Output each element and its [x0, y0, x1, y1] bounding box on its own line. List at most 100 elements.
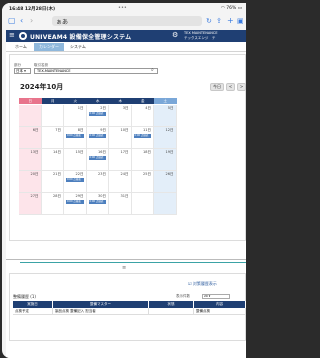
share-icon[interactable]: ⇪: [216, 16, 222, 26]
calendar-day-cell[interactable]: 7日: [41, 127, 64, 149]
calendar-day-cell[interactable]: 20日: [19, 171, 42, 193]
calendar-event[interactable]: 0:00 点検表: [88, 134, 106, 138]
calendar-day-cell[interactable]: 10日: [109, 127, 132, 149]
user-company[interactable]: TEX MAINTENANCE: [184, 31, 218, 35]
calendar-day-cell[interactable]: [19, 105, 42, 127]
tab-calendar[interactable]: カレンダー: [34, 43, 64, 51]
calendar-day-cell[interactable]: 19日: [154, 149, 177, 171]
calendar-day-cell[interactable]: 3日: [109, 105, 132, 127]
column-header-status[interactable]: 状態: [149, 301, 194, 308]
tab-system[interactable]: システム: [67, 43, 89, 51]
day-number: 25日: [143, 172, 151, 176]
weekday-label: 月: [41, 98, 64, 104]
month-title: 2024年10月: [20, 83, 64, 91]
calendar-day-cell[interactable]: 25日: [131, 171, 154, 193]
day-number: 23日: [98, 172, 106, 176]
column-header-date[interactable]: 実施日: [13, 301, 53, 308]
add-tab-icon[interactable]: +: [227, 16, 234, 26]
calendar-day-cell[interactable]: 30日 0:00 点検表: [86, 193, 109, 215]
today-button[interactable]: 今日: [210, 83, 224, 91]
weekday-label: 日: [19, 98, 42, 104]
table-cell[interactable]: [149, 308, 194, 315]
column-header-master[interactable]: 整備マスター: [53, 301, 149, 308]
calendar-day-cell[interactable]: 18日: [131, 149, 154, 171]
day-number: 18日: [143, 150, 151, 154]
column-header-content[interactable]: 内容: [194, 301, 246, 308]
calendar-day-cell[interactable]: 23日: [86, 171, 109, 193]
calendar-day-cell[interactable]: 14日: [41, 149, 64, 171]
calendar-event[interactable]: 0:00 点検表: [88, 156, 106, 160]
calendar-event[interactable]: 0:00 点検表: [66, 134, 84, 138]
calendar-day-cell[interactable]: 15日: [64, 149, 87, 171]
calendar-event[interactable]: 0:00 点検表: [66, 200, 84, 204]
menu-icon[interactable]: ≡: [9, 31, 15, 39]
tabs-icon[interactable]: ▣: [237, 16, 244, 26]
tab-home[interactable]: ホーム: [11, 43, 31, 51]
calendar-day-cell[interactable]: 12日: [154, 127, 177, 149]
weekday-label: 水: [86, 98, 109, 104]
reload-icon[interactable]: ↻: [206, 16, 212, 26]
table-cell[interactable]: 整備点検: [194, 308, 246, 315]
calendar-event[interactable]: 0:00 点検表: [88, 200, 106, 204]
user-name[interactable]: テックスエンジ テ: [184, 36, 215, 41]
day-number: 24日: [120, 172, 129, 176]
calendar-event[interactable]: 0:00 点検表: [88, 112, 106, 116]
day-number: 20日: [30, 172, 39, 176]
day-number: 29日: [75, 194, 84, 198]
calendar-day-cell[interactable]: 11日 0:00 点検表: [131, 127, 154, 149]
day-number: 22日: [75, 172, 84, 176]
day-number: 30日: [98, 194, 106, 198]
calendar-day-cell[interactable]: 6日: [19, 127, 42, 149]
next-month-button[interactable]: >: [237, 83, 246, 91]
calendar-day-cell[interactable]: [41, 105, 64, 127]
back-icon[interactable]: ‹: [20, 16, 23, 26]
calendar-day-cell[interactable]: [131, 193, 154, 215]
day-number: 15日: [75, 150, 84, 154]
calendar-day-cell[interactable]: 29日 0:00 点検表: [64, 193, 87, 215]
splitter-handle-icon[interactable]: ≡: [122, 265, 126, 271]
browser-toolbar: ▢ ‹ › ぁあ ↻ ⇪ + ▣: [2, 14, 246, 28]
gear-icon[interactable]: ⚙: [172, 31, 178, 39]
calendar-day-cell[interactable]: 27日: [19, 193, 42, 215]
search-icon[interactable]: ⌕: [151, 67, 154, 73]
reader-mode-button[interactable]: ぁあ: [56, 17, 68, 26]
calendar-day-cell[interactable]: 16日 0:00 点検表: [86, 149, 109, 171]
calendar-day-cell[interactable]: [154, 193, 177, 215]
calendar-event[interactable]: 0:00 点検表: [66, 178, 84, 182]
table-cell[interactable]: 点検予定: [13, 308, 53, 315]
calendar-day-cell[interactable]: 28日: [41, 193, 64, 215]
calendar-day-cell[interactable]: 5日: [154, 105, 177, 127]
calendar-day-cell[interactable]: 17日: [109, 149, 132, 171]
calendar-day-cell[interactable]: 22日 0:00 点検表: [64, 171, 87, 193]
prev-month-button[interactable]: <: [226, 83, 235, 91]
calendar-day-cell[interactable]: 26日: [154, 171, 177, 193]
day-number: 8日: [77, 128, 84, 132]
day-number: 9日: [100, 128, 106, 132]
logo-icon: [19, 32, 27, 40]
sidebar-toggle-icon[interactable]: ▢: [8, 16, 16, 26]
calendar-day-cell[interactable]: 31日: [109, 193, 132, 215]
calendar-day-cell[interactable]: 9日 0:00 点検表: [86, 127, 109, 149]
calendar-day-cell[interactable]: 4日: [131, 105, 154, 127]
page-size-select[interactable]: 20 ▾: [202, 294, 230, 299]
day-number: 16日: [98, 150, 106, 154]
calendar-day-cell[interactable]: 13日: [19, 149, 42, 171]
address-bar[interactable]: ぁあ: [52, 16, 202, 26]
day-number: 5日: [167, 106, 174, 110]
calendar-day-cell[interactable]: 24日: [109, 171, 132, 193]
category-select[interactable]: 日本 ▾: [14, 68, 31, 74]
calendar-event[interactable]: 0:00 点検表: [133, 134, 151, 138]
battery-icon: ▭: [237, 6, 242, 11]
forward-icon[interactable]: ›: [30, 16, 33, 26]
calendar-day-cell[interactable]: 2日 0:00 点検表: [86, 105, 109, 127]
multitask-dots[interactable]: •••: [118, 5, 127, 11]
calendar-day-cell[interactable]: 21日: [41, 171, 64, 193]
table-cell[interactable]: 製品点検 整備記入 担当者: [53, 308, 149, 315]
calendar-day-cell[interactable]: 8日 0:00 点検表: [64, 127, 87, 149]
show-history-button[interactable]: ☑ 対策履歴表示: [188, 280, 217, 288]
weekday-label: 火: [64, 98, 87, 104]
calendar-day-cell[interactable]: 1日: [64, 105, 87, 127]
tablet-screen: 16:48 12月28日(木) ••• ◠ 76% ▭ ▢ ‹ › ぁあ ↻ ⇪…: [2, 3, 246, 358]
weekday-label: 土: [154, 98, 177, 104]
facility-input[interactable]: TEX-MAINTENANCE: [34, 68, 158, 74]
